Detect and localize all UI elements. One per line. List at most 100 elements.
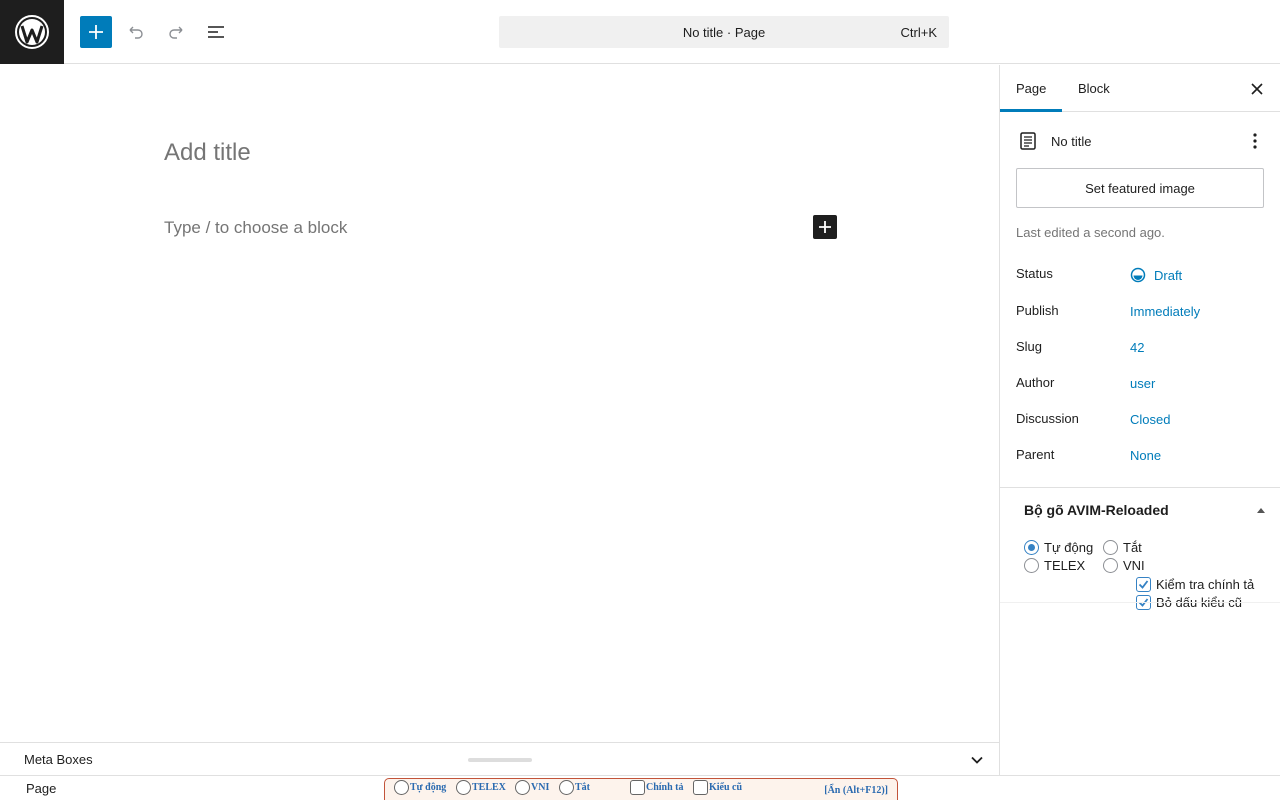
checkmark-icon <box>1138 579 1149 589</box>
meta-row-slug: Slug 42 <box>1016 339 1266 359</box>
last-edited-text: Last edited a second ago. <box>1016 225 1165 240</box>
avim-bar-radio-auto[interactable]: Tự động <box>394 779 447 795</box>
radio-label: Tự động <box>1044 539 1094 555</box>
editor-header: No title · Page Ctrl+K <box>0 0 1280 64</box>
set-featured-image-button[interactable]: Set featured image <box>1016 168 1264 208</box>
radio-button[interactable] <box>394 779 409 795</box>
avim-panel-toggle[interactable] <box>1256 505 1266 515</box>
command-bar-title: No title · Page <box>682 24 766 40</box>
checkbox[interactable] <box>630 779 645 795</box>
status-button[interactable]: Draft <box>1130 267 1182 283</box>
wordpress-logo-button[interactable] <box>0 0 64 64</box>
radio-label: VNI <box>531 781 550 793</box>
command-palette-bar[interactable]: No title · Page Ctrl+K <box>499 16 949 48</box>
meta-row-publish: Publish Immediately <box>1016 303 1266 323</box>
list-view-icon <box>208 26 224 38</box>
avim-check-spelling[interactable]: Kiểm tra chính tả <box>1136 575 1254 593</box>
radio-button[interactable] <box>1024 557 1039 573</box>
radio-label: Tự động <box>410 781 447 793</box>
document-title: No title <box>1051 133 1092 149</box>
meta-boxes-toggle[interactable] <box>969 752 985 768</box>
document-overview-button[interactable] <box>200 16 232 48</box>
radio-button[interactable] <box>559 779 574 795</box>
document-summary: No title <box>1017 129 1267 153</box>
tab-block[interactable]: Block <box>1062 65 1126 112</box>
avim-bar-hide-link[interactable]: [Ẩn (Alt+F12)] <box>824 785 888 796</box>
meta-label: Parent <box>1016 447 1055 462</box>
chevron-down-icon <box>971 756 983 764</box>
radio-label: TELEX <box>1044 557 1086 573</box>
checkbox-label: Kiểu cũ <box>709 781 743 793</box>
radio-label: TELEX <box>472 781 506 793</box>
undo-button[interactable] <box>120 16 152 48</box>
avim-floating-bar: Tự động TELEX VNI Tắt Chính tả Kiểu cũ [… <box>384 778 898 800</box>
redo-button[interactable] <box>160 16 192 48</box>
publish-button[interactable]: Immediately <box>1130 304 1200 319</box>
status-value: Draft <box>1154 267 1183 283</box>
checkbox[interactable] <box>1136 576 1151 592</box>
checkbox[interactable] <box>693 779 708 795</box>
panel-divider <box>1000 487 1280 488</box>
plus-icon <box>89 25 103 39</box>
meta-label: Discussion <box>1016 411 1079 426</box>
slug-button[interactable]: 42 <box>1130 340 1144 355</box>
meta-row-status: Status Draft <box>1016 266 1266 286</box>
avim-radio-telex[interactable]: TELEX <box>1024 556 1085 574</box>
meta-label: Author <box>1016 375 1055 390</box>
avim-bar-radio-vni[interactable]: VNI <box>515 779 550 795</box>
radio-button[interactable] <box>456 779 471 795</box>
avim-radio-auto[interactable]: Tự động <box>1024 538 1093 556</box>
parent-button[interactable]: None <box>1130 448 1161 463</box>
meta-label: Status <box>1016 266 1053 281</box>
editor-canvas: Add title Type / to choose a block <box>0 65 999 742</box>
author-button[interactable]: user <box>1130 376 1155 391</box>
meta-label: Publish <box>1016 303 1059 318</box>
command-bar-shortcut: Ctrl+K <box>900 25 937 40</box>
redo-icon <box>169 26 183 39</box>
undo-icon <box>129 26 143 39</box>
meta-boxes-label: Meta Boxes <box>24 752 93 767</box>
sidebar-tabs: Page Block <box>1000 65 1280 112</box>
radio-label: VNI <box>1123 557 1145 573</box>
avim-radio-off[interactable]: Tắt <box>1103 538 1142 556</box>
radio-button[interactable] <box>515 779 530 795</box>
more-vertical-icon <box>1253 133 1257 149</box>
meta-boxes-bar[interactable]: Meta Boxes <box>0 742 999 775</box>
avim-panel-title[interactable]: Bộ gõ AVIM-Reloaded <box>1024 502 1169 518</box>
panel-divider <box>1000 602 1280 603</box>
meta-row-author: Author user <box>1016 375 1266 395</box>
meta-row-parent: Parent None <box>1016 447 1266 467</box>
radio-button[interactable] <box>1103 539 1118 555</box>
draft-icon <box>1130 267 1146 283</box>
default-block-appender[interactable]: Type / to choose a block <box>164 218 347 238</box>
radio-label: Tắt <box>1123 539 1142 555</box>
editor-footer: Page Tự động TELEX VNI Tắt Chính tả Kiểu… <box>0 775 1280 800</box>
page-icon <box>1020 132 1036 150</box>
triangle-up-icon <box>1257 508 1265 513</box>
avim-radio-vni[interactable]: VNI <box>1103 556 1145 574</box>
avim-bar-radio-off[interactable]: Tắt <box>559 779 590 795</box>
wordpress-logo-icon <box>15 15 49 49</box>
checkbox-label: Kiểm tra chính tả <box>1156 576 1255 592</box>
inline-block-inserter-button[interactable] <box>813 215 837 239</box>
block-inserter-button[interactable] <box>80 16 112 48</box>
radio-label: Tắt <box>575 781 590 793</box>
tab-page[interactable]: Page <box>1000 65 1062 112</box>
settings-sidebar: Page Block No title Set featured image L… <box>999 65 1280 775</box>
discussion-button[interactable]: Closed <box>1130 412 1170 427</box>
close-sidebar-button[interactable] <box>1245 77 1269 101</box>
close-icon <box>1251 83 1263 95</box>
checkbox-label: Chính tả <box>646 781 684 793</box>
radio-button[interactable] <box>1103 557 1118 573</box>
post-title-input[interactable]: Add title <box>164 139 251 167</box>
breadcrumb[interactable]: Page <box>26 781 56 796</box>
avim-bar-radio-telex[interactable]: TELEX <box>456 779 506 795</box>
resize-handle[interactable] <box>468 758 532 762</box>
avim-bar-check-spelling[interactable]: Chính tả <box>630 779 684 795</box>
document-actions-button[interactable] <box>1243 129 1267 153</box>
avim-bar-check-oldstyle[interactable]: Kiểu cũ <box>693 779 743 795</box>
radio-button[interactable] <box>1024 539 1039 555</box>
plus-icon <box>819 221 831 233</box>
meta-label: Slug <box>1016 339 1043 354</box>
meta-row-discussion: Discussion Closed <box>1016 411 1266 431</box>
